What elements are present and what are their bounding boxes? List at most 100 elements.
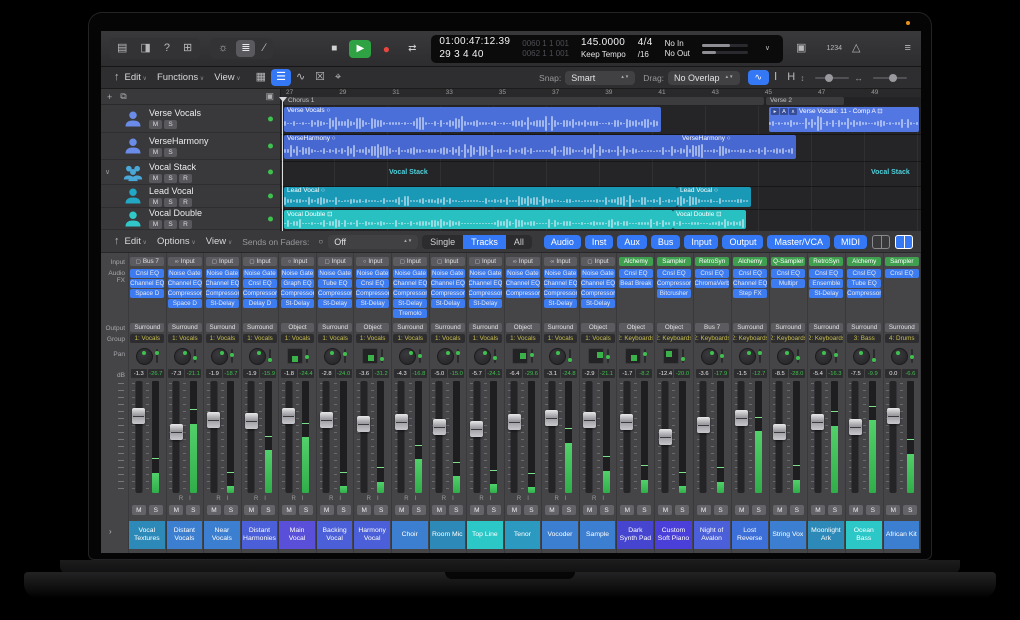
lcd-midi-field[interactable]: No InNo Out: [665, 39, 690, 59]
mute-button[interactable]: M: [244, 505, 258, 515]
region-chip[interactable]: ∧: [789, 108, 797, 115]
pan-knob[interactable]: [853, 348, 870, 365]
input-monitor-dot[interactable]: [268, 144, 273, 149]
input-slot[interactable]: ▢Bus 7: [130, 257, 164, 266]
record-enable-button[interactable]: R: [404, 496, 408, 502]
volume-fader[interactable]: [320, 412, 333, 428]
pan-spread-slider[interactable]: [644, 349, 646, 363]
output-slot[interactable]: Surround: [318, 323, 352, 332]
mute-button[interactable]: M: [545, 505, 559, 515]
volume-fader[interactable]: [773, 424, 786, 440]
input-slot[interactable]: Alchemy: [733, 257, 767, 266]
record-enable-button[interactable]: R: [554, 496, 558, 502]
volume-fader[interactable]: [207, 412, 220, 428]
channel-name-plate[interactable]: Distant Harmonies: [242, 521, 278, 549]
solo-button[interactable]: S: [224, 505, 238, 515]
input-slot[interactable]: ▢Input: [318, 257, 352, 266]
fx-slot[interactable]: Cnsl EQ: [847, 269, 881, 278]
record-enable-button[interactable]: R: [517, 496, 521, 502]
lcd-position-field[interactable]: 01:00:47:12.3929 3 4 40: [439, 36, 510, 61]
fx-slot[interactable]: Noise Gate: [356, 269, 390, 278]
filter-bus[interactable]: Bus: [651, 235, 681, 249]
fx-slot[interactable]: Channel EQ: [544, 279, 578, 288]
channel-name-plate[interactable]: Sample: [580, 521, 616, 549]
solo-button[interactable]: S: [149, 505, 163, 515]
output-slot[interactable]: Surround: [733, 323, 767, 332]
input-slot[interactable]: RetroSyn: [695, 257, 729, 266]
drag-popup[interactable]: No Overlap▲▼: [668, 71, 739, 85]
input-monitor-dot[interactable]: [268, 116, 273, 121]
pan-knob[interactable]: [777, 348, 794, 365]
channel-name-plate[interactable]: Vocoder: [542, 521, 578, 549]
mixer-scroll-arrow[interactable]: ›: [109, 527, 112, 536]
playhead[interactable]: [282, 97, 283, 231]
volume-fader[interactable]: [170, 424, 183, 440]
fx-slot[interactable]: Channel EQ: [469, 279, 503, 288]
fx-slot[interactable]: Channel EQ: [168, 279, 202, 288]
group-slot[interactable]: 1: Vocals: [168, 334, 202, 343]
mute-button[interactable]: M: [735, 505, 749, 515]
fade-tool-icon[interactable]: ∿: [291, 69, 310, 86]
volume-fader[interactable]: [395, 414, 408, 430]
solo-button[interactable]: S: [828, 505, 842, 515]
mute-button[interactable]: M: [320, 505, 334, 515]
group-slot[interactable]: 1: Vocals: [318, 334, 352, 343]
mute-button[interactable]: M: [886, 505, 900, 515]
marker-strip[interactable]: Chorus 1Verse 2: [281, 97, 921, 106]
segment-tracks[interactable]: Tracks: [463, 235, 506, 249]
pan-spread-slider[interactable]: [269, 349, 271, 363]
list-editors-icon[interactable]: ≡: [899, 40, 915, 57]
tuner-button[interactable]: ▣: [791, 40, 811, 57]
volume-fader[interactable]: [849, 419, 862, 435]
volume-fader[interactable]: [697, 417, 710, 433]
pan-spread-slider[interactable]: [194, 349, 196, 363]
mixer-menu-edit[interactable]: Edit ∨: [125, 236, 147, 247]
output-slot[interactable]: Surround: [393, 323, 427, 332]
output-slot[interactable]: Surround: [168, 323, 202, 332]
output-slot[interactable]: Surround: [809, 323, 843, 332]
fx-slot[interactable]: St-Delay: [581, 299, 615, 308]
channel-name-plate[interactable]: Room Mic: [430, 521, 466, 549]
cycle-button[interactable]: ⇄: [401, 40, 423, 58]
output-slot[interactable]: Surround: [771, 323, 805, 332]
fx-slot[interactable]: St-Delay: [431, 299, 465, 308]
fx-slot[interactable]: Cnsl EQ: [657, 269, 691, 278]
fx-slot[interactable]: Compressor: [506, 289, 540, 298]
output-slot[interactable]: Surround: [544, 323, 578, 332]
pan-knob[interactable]: [891, 348, 908, 365]
fx-slot[interactable]: Compressor: [168, 289, 202, 298]
mute-button[interactable]: M: [357, 505, 371, 515]
volume-fader[interactable]: [245, 413, 258, 429]
fx-slot[interactable]: Cnsl EQ: [130, 269, 164, 278]
mute-button[interactable]: M: [149, 148, 162, 157]
arrange-menu-functions[interactable]: Functions ∨: [157, 72, 204, 83]
region-verseharmony[interactable]: VerseHarmony ○VerseHarmony ○: [284, 135, 796, 159]
inspector-icon[interactable]: ◨: [135, 40, 155, 57]
input-slot[interactable]: ▢Input: [206, 257, 240, 266]
input-slot[interactable]: ∞Input: [168, 257, 202, 266]
arrange-back-icon[interactable]: ↑: [109, 69, 125, 86]
fx-slot[interactable]: Noise Gate: [393, 269, 427, 278]
output-slot[interactable]: Surround: [130, 323, 164, 332]
lcd-chevron-icon[interactable]: ∨: [760, 42, 775, 55]
object-panner-pad[interactable]: [362, 348, 378, 364]
pan-knob[interactable]: [815, 348, 832, 365]
fx-slot[interactable]: Noise Gate: [544, 269, 578, 278]
fx-slot[interactable]: St-Delay: [318, 299, 352, 308]
record-enable-button[interactable]: R: [179, 198, 192, 207]
filter-inst[interactable]: Inst: [585, 235, 614, 249]
solo-button[interactable]: S: [261, 505, 275, 515]
group-slot[interactable]: 1: Vocals: [356, 334, 390, 343]
input-slot[interactable]: ▢Input: [243, 257, 277, 266]
pan-spread-slider[interactable]: [231, 349, 233, 363]
channel-name-plate[interactable]: Dark Synth Pad: [617, 521, 653, 549]
volume-fader[interactable]: [470, 421, 483, 437]
group-slot[interactable]: 2: Keyboards: [771, 334, 805, 343]
region-verse-vocals[interactable]: Verse Vocals ○: [284, 107, 661, 132]
input-monitor-button[interactable]: I: [189, 496, 191, 502]
fx-slot[interactable]: Compressor: [581, 289, 615, 298]
mute-button[interactable]: M: [583, 505, 597, 515]
solo-button[interactable]: S: [374, 505, 388, 515]
volume-fader[interactable]: [282, 408, 295, 424]
link-icon[interactable]: H: [782, 69, 800, 86]
